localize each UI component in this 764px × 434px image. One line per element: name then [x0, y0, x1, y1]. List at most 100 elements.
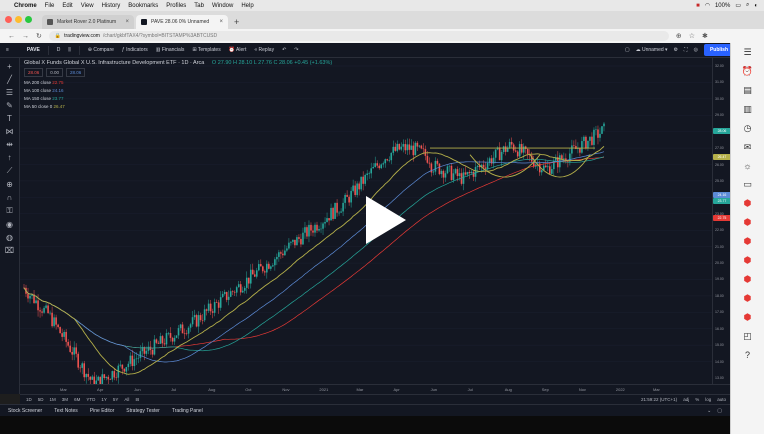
zoom-icon[interactable]: ⊕	[676, 32, 682, 40]
market-icon[interactable]: ⬢	[744, 293, 752, 304]
tab-pave[interactable]: PAVE 28.06 0% Unnamed ×	[136, 15, 228, 29]
legend-ma-50[interactable]: MA 50 close 0 26.47	[24, 104, 332, 109]
compare-button[interactable]: ⊕ Compare	[88, 47, 114, 53]
measure-icon[interactable]: ⇹	[6, 140, 13, 149]
menu-bookmarks[interactable]: Bookmarks	[128, 3, 158, 9]
menu-edit[interactable]: Edit	[62, 3, 72, 9]
collapse-panel-icon[interactable]: ⌄	[707, 408, 711, 414]
lock-drawings-icon[interactable]: ⚿	[6, 206, 12, 216]
tab-pine-editor[interactable]: Pine Editor	[90, 408, 114, 414]
battery-icon[interactable]: ▭	[735, 2, 741, 9]
signal-icon[interactable]: ⬢	[744, 236, 752, 247]
sell-price-box[interactable]: 28.06	[24, 68, 44, 77]
horizontal-lines-icon[interactable]: ☰	[6, 88, 13, 97]
menu-history[interactable]: History	[102, 3, 121, 9]
url-field[interactable]: 🔒 tradingview.com/chart/gkbfTAX4/?symbol…	[48, 31, 669, 41]
help-icon[interactable]: ⬢	[744, 312, 752, 323]
range-ytd[interactable]: YTD	[86, 397, 95, 402]
magnet-icon[interactable]: ∩	[7, 193, 13, 202]
date-range-icon[interactable]: ⊟	[135, 397, 139, 403]
layout-name-button[interactable]: ☁ Unnamed ▾	[636, 47, 668, 53]
wifi-icon[interactable]: ◠	[705, 2, 710, 9]
hotlist-icon[interactable]: ▥	[743, 104, 752, 115]
close-tab-icon[interactable]: ×	[219, 19, 223, 25]
time-axis[interactable]: Mar Apr Jun Jul Aug Oct Nov 2021 Mar Apr Jun Jul Aug…	[20, 384, 730, 394]
scale-percent[interactable]: %	[695, 397, 699, 402]
interval-button[interactable]: D	[57, 47, 61, 53]
layout-icon[interactable]: ▢	[625, 47, 630, 53]
bookmark-star-icon[interactable]: ☆	[689, 32, 695, 40]
menu-tab[interactable]: Tab	[194, 3, 204, 9]
range-all[interactable]: All	[124, 397, 129, 402]
snapshot-icon[interactable]: ◎	[694, 47, 698, 53]
fullscreen-icon[interactable]: ⛶	[684, 47, 688, 53]
search-icon[interactable]: ⌕	[746, 2, 749, 9]
hide-drawings-icon[interactable]: ◉	[6, 220, 13, 229]
scale-auto[interactable]: auto	[717, 397, 726, 402]
scale-adj[interactable]: adj	[683, 397, 689, 402]
order-panel-icon[interactable]: ◰	[743, 331, 752, 342]
ideas-icon[interactable]: ✉	[744, 142, 752, 153]
range-1y[interactable]: 1Y	[101, 397, 107, 402]
eye-icon[interactable]: ◍	[6, 233, 13, 242]
help-circle-icon[interactable]: ?	[745, 350, 750, 360]
ruler-icon[interactable]: ⟋	[7, 166, 13, 176]
hamburger-menu-icon[interactable]: ≡	[6, 47, 9, 53]
zoom-window-icon[interactable]	[25, 16, 32, 23]
buy-price-box[interactable]: 28.06	[66, 68, 86, 77]
tab-text-notes[interactable]: Text Notes	[54, 408, 78, 414]
price-scale[interactable]: 32.0031.0030.0029.0028.0027.0026.0025.00…	[712, 58, 731, 384]
tab-trading-panel[interactable]: Trading Panel	[172, 408, 203, 414]
range-5y[interactable]: 5Y	[113, 397, 119, 402]
clock[interactable]: 21:59:22 (UTC+1)	[641, 397, 677, 402]
symbol-search[interactable]: PAVE	[27, 47, 40, 53]
indicators-button[interactable]: ƒ Indicators	[122, 47, 148, 53]
data-window-icon[interactable]: ▤	[743, 85, 752, 96]
range-3m[interactable]: 3M	[62, 397, 68, 402]
settings-icon[interactable]: ⚙	[674, 47, 678, 53]
forward-icon[interactable]: →	[22, 33, 29, 40]
control-center-icon[interactable]: ◐	[754, 3, 758, 9]
legend-ma-150[interactable]: MA 150 close 23.77	[24, 96, 332, 101]
pattern-icon[interactable]: ⋈	[6, 127, 14, 136]
tab-strategy-tester[interactable]: Strategy Tester	[126, 408, 160, 414]
range-6m[interactable]: 6M	[74, 397, 80, 402]
bar-style-icon[interactable]: ⫼	[68, 47, 70, 53]
menu-view[interactable]: View	[81, 3, 94, 9]
menu-profiles[interactable]: Profiles	[166, 3, 186, 9]
range-5d[interactable]: 5D	[38, 397, 44, 402]
replay-button[interactable]: « Replay	[254, 47, 274, 53]
range-1d[interactable]: 1D	[26, 397, 32, 402]
activity-icon[interactable]: ⬢	[744, 274, 752, 285]
tab-stock-screener[interactable]: Stock Screener	[8, 408, 42, 414]
tab-market-rover[interactable]: Market Rover 2.0 Platinum ×	[42, 15, 134, 29]
alerts-clock-icon[interactable]: ⏰	[742, 66, 753, 77]
financials-button[interactable]: ▥ Financials	[156, 47, 185, 53]
notification-icon[interactable]: ⬢	[744, 198, 752, 209]
legend-ma-100[interactable]: MA 100 close 24.16	[24, 88, 332, 93]
back-icon[interactable]: ←	[8, 33, 15, 40]
menu-app-name[interactable]: Chrome	[14, 3, 37, 9]
broadcast-icon[interactable]: ⬢	[744, 255, 752, 266]
record-icon[interactable]: ■	[696, 3, 700, 9]
zoom-in-icon[interactable]: ⊕	[6, 180, 13, 189]
streams-icon[interactable]: ☼	[743, 161, 751, 171]
crosshair-icon[interactable]: +	[7, 62, 12, 71]
undo-icon[interactable]: ↶	[282, 47, 286, 53]
close-window-icon[interactable]	[5, 16, 12, 23]
scale-log[interactable]: log	[705, 397, 711, 402]
arrow-icon[interactable]: ↑	[8, 153, 12, 162]
reload-icon[interactable]: ↻	[36, 32, 42, 40]
text-icon[interactable]: T	[7, 114, 12, 123]
brush-icon[interactable]: ✎	[6, 101, 13, 110]
video-play-icon[interactable]	[352, 190, 412, 250]
redo-icon[interactable]: ↷	[294, 47, 298, 53]
menu-window[interactable]: Window	[212, 3, 233, 9]
menu-help[interactable]: Help	[241, 3, 253, 9]
trend-line-icon[interactable]: ╱	[7, 75, 12, 84]
trash-icon[interactable]: ⌧	[5, 246, 14, 255]
minimize-window-icon[interactable]	[15, 16, 22, 23]
new-tab-button[interactable]: +	[234, 15, 239, 29]
maximize-panel-icon[interactable]: ▢	[717, 408, 722, 414]
close-tab-icon[interactable]: ×	[125, 19, 129, 25]
